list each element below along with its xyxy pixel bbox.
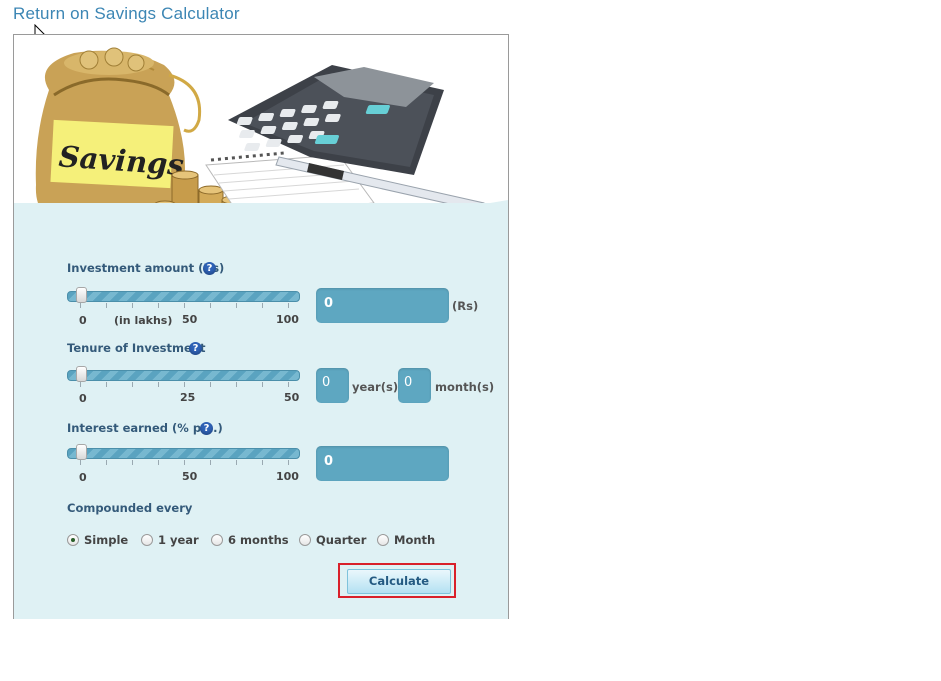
- radio-month[interactable]: Month: [377, 533, 435, 547]
- tenure-months-label: month(s): [435, 380, 495, 394]
- radio-1-year-dot[interactable]: [141, 534, 153, 546]
- investment-unit-label: (Rs): [452, 299, 479, 313]
- radio-1-year[interactable]: 1 year: [141, 533, 199, 547]
- tenure-slider-handle[interactable]: [76, 366, 87, 382]
- investment-help-icon[interactable]: ?: [203, 262, 216, 275]
- radio-simple[interactable]: Simple: [67, 533, 128, 547]
- tenure-years-label: year(s): [352, 380, 399, 394]
- page-title: Return on Savings Calculator: [13, 4, 240, 23]
- tenure-slider-ticks: [80, 382, 290, 388]
- interest-tick-max: 100: [276, 470, 299, 483]
- radio-6-months-dot[interactable]: [211, 534, 223, 546]
- interest-slider-track[interactable]: [67, 448, 300, 459]
- investment-tick-mid: 50: [182, 313, 198, 326]
- investment-amount-label: Investment amount (Rs): [67, 261, 225, 275]
- calculate-button-highlight: Calculate: [338, 563, 456, 598]
- interest-help-icon[interactable]: ?: [200, 422, 213, 435]
- tenure-tick-mid: 25: [180, 391, 196, 404]
- investment-tick-max: 100: [276, 313, 299, 326]
- calculator-icon: [228, 65, 444, 175]
- radio-quarter[interactable]: Quarter: [299, 533, 366, 547]
- investment-slider-handle[interactable]: [76, 287, 87, 303]
- interest-rate-input[interactable]: 0: [316, 446, 449, 481]
- radio-month-dot[interactable]: [377, 534, 389, 546]
- tenure-tick-max: 50: [284, 391, 300, 404]
- investment-tick-min: 0: [79, 314, 87, 327]
- compounding-options: Simple 1 year 6 months Quarter Month: [67, 533, 487, 549]
- calculate-button[interactable]: Calculate: [347, 569, 451, 594]
- interest-tick-mid: 50: [182, 470, 198, 483]
- investment-tick-unit: (in lakhs): [114, 314, 173, 327]
- investment-amount-input[interactable]: 0: [316, 288, 449, 323]
- interest-slider-ticks: [80, 460, 290, 466]
- tenure-help-icon[interactable]: ?: [189, 342, 202, 355]
- interest-tick-min: 0: [79, 471, 87, 484]
- tenure-label: Tenure of Investment: [67, 341, 206, 355]
- calculator-form: Investment amount (Rs) ? 0 (in lakhs) 50…: [14, 203, 508, 619]
- interest-slider-handle[interactable]: [76, 444, 87, 460]
- tenure-tick-min: 0: [79, 392, 87, 405]
- radio-quarter-dot[interactable]: [299, 534, 311, 546]
- compounded-every-label: Compounded every: [67, 501, 193, 515]
- tenure-months-input[interactable]: 0: [398, 368, 431, 403]
- tenure-slider-track[interactable]: [67, 370, 300, 381]
- tenure-years-input[interactable]: 0: [316, 368, 349, 403]
- investment-slider-track[interactable]: [67, 291, 300, 302]
- radio-simple-dot[interactable]: [67, 534, 79, 546]
- investment-slider-ticks: [80, 303, 290, 309]
- radio-6-months[interactable]: 6 months: [211, 533, 289, 547]
- calculator-panel: Savings Investment amount (Rs) ? 0 (in l…: [13, 34, 509, 619]
